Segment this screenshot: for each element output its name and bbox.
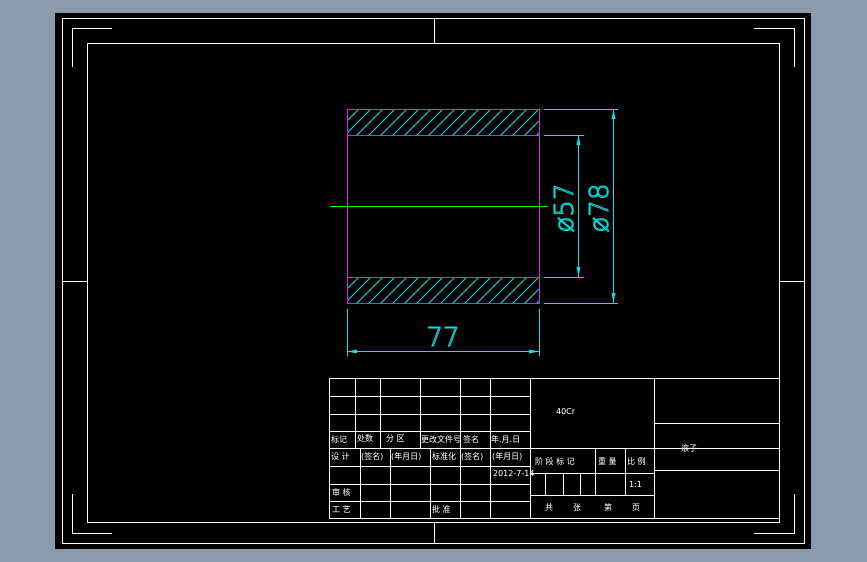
scale-value: 1:1 [629, 480, 642, 489]
cad-drawing-canvas[interactable]: 77 ø57 ø78 标记 处数 分 区 更改文件号 签名 年.月.日 设 计 … [0, 0, 867, 562]
std-date: (年月日) [492, 451, 522, 461]
total-label: 共 [545, 503, 553, 512]
hdr-date: 年.月.日 [491, 434, 520, 444]
weight-label: 重 量 [598, 456, 617, 466]
stage-mark-label: 阶 段 标 记 [535, 456, 575, 466]
standardization-label: 标准化 [432, 451, 456, 461]
material: 40Cr [556, 407, 576, 416]
approve-label: 批 准 [432, 504, 451, 514]
sheet-no-label: 第 [604, 502, 612, 512]
sheets-label: 张 [573, 503, 581, 512]
date-value: 2012-7-14 [493, 469, 534, 478]
design-sign: (签名) [361, 451, 383, 461]
hdr-change-doc: 更改文件号 [421, 434, 461, 444]
design-label: 设 计 [331, 451, 350, 461]
dim-outer-diameter: ø78 [585, 184, 615, 233]
design-date: (年月日) [391, 451, 421, 461]
review-label: 审 核 [332, 487, 351, 497]
process-label: 工 艺 [332, 505, 351, 514]
std-sign: (签名) [461, 451, 483, 461]
hdr-mark: 标记 [331, 434, 347, 444]
hdr-count: 处数 [357, 433, 373, 443]
hdr-signature: 签名 [463, 434, 479, 444]
hatch-bottom [347, 277, 539, 303]
scale-label: 比 例 [627, 456, 646, 466]
dim-inner-diameter: ø57 [550, 184, 580, 233]
dim-length: 77 [426, 323, 459, 353]
hatch-top [347, 109, 539, 135]
hdr-zone: 分 区 [386, 434, 405, 443]
part-name: 滚子 [681, 443, 697, 453]
page-label: 页 [632, 503, 640, 512]
